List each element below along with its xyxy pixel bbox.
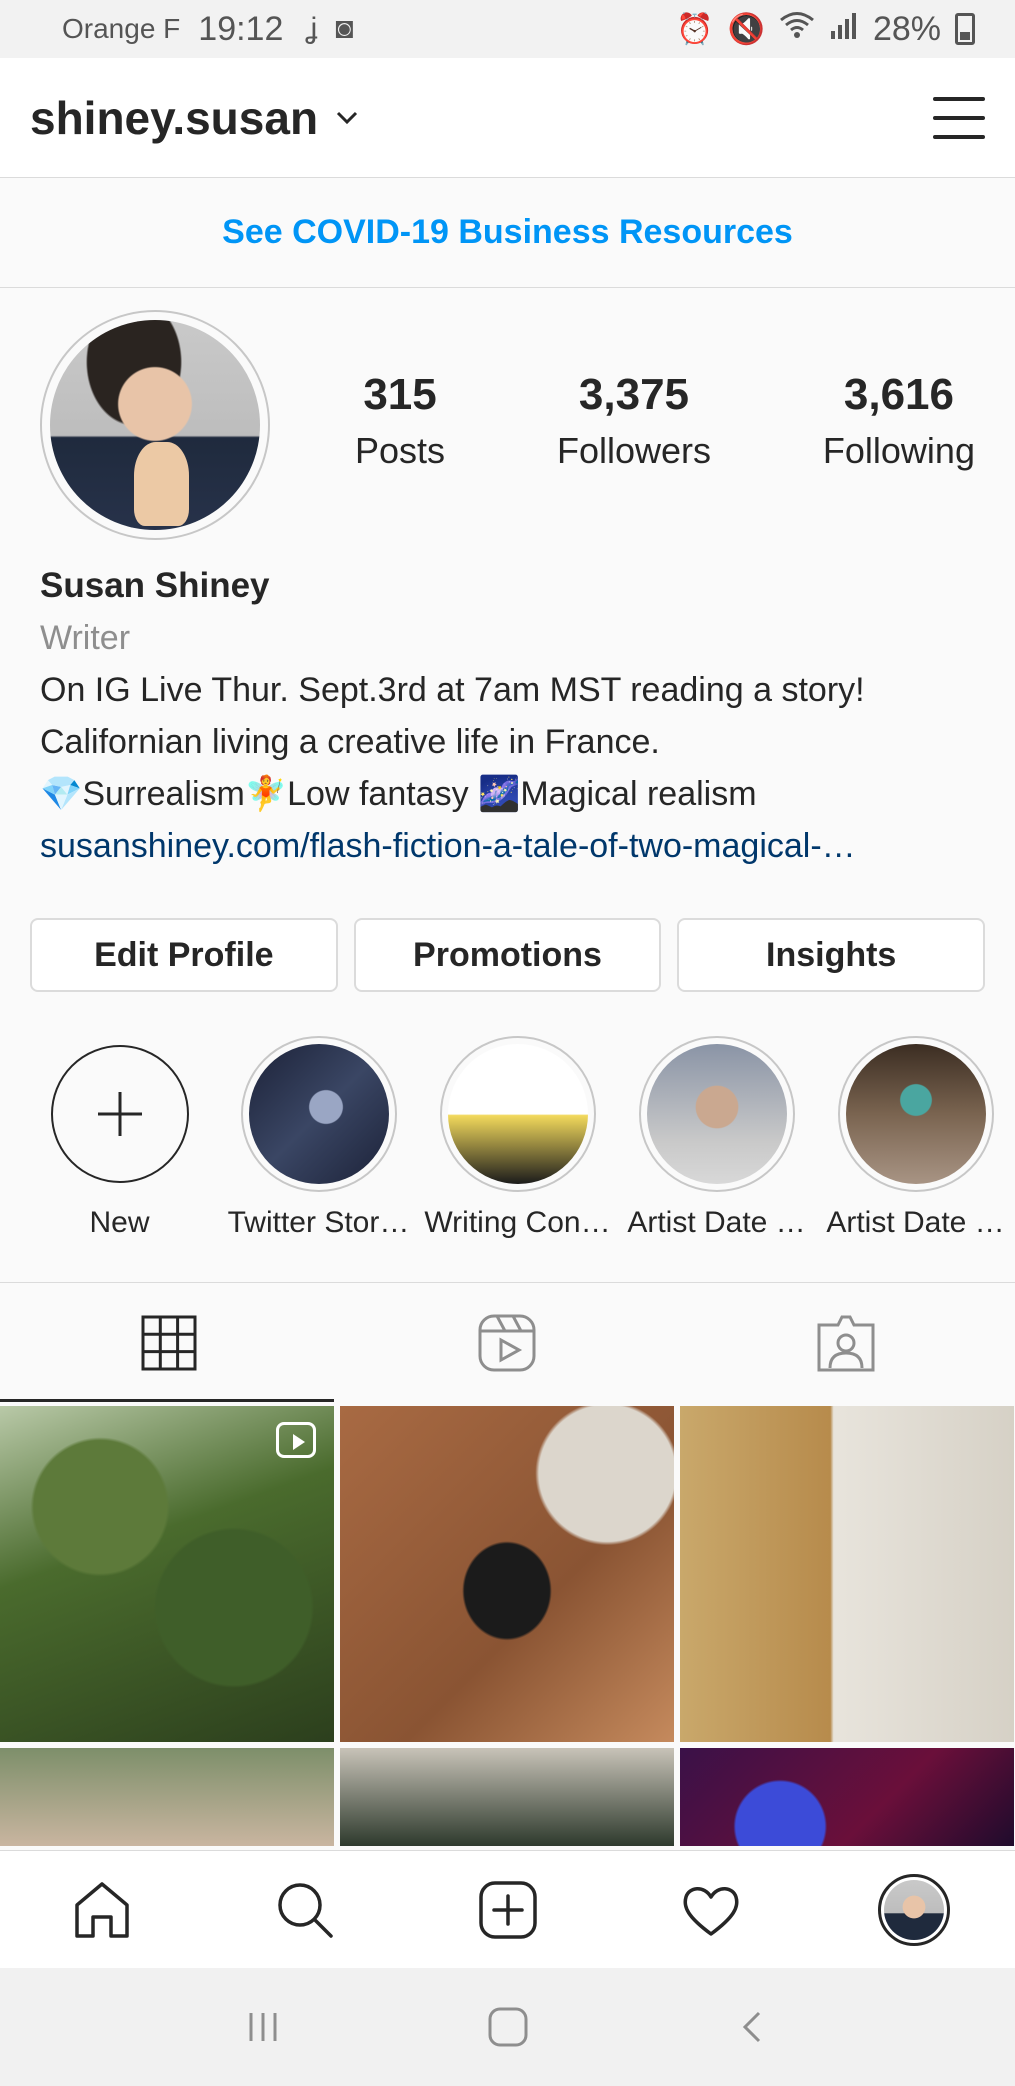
nav-home[interactable]	[62, 1870, 142, 1950]
profile-avatar-icon	[877, 1873, 950, 1946]
profile-avatar[interactable]	[40, 310, 270, 540]
profile-stats: 315 Posts 3,375 Followers 3,616 Followin…	[355, 370, 975, 472]
highlight-cover	[845, 1044, 986, 1184]
post-thumbnail[interactable]	[0, 1748, 334, 1846]
covid-resources-link[interactable]: See COVID-19 Business Resources	[222, 213, 793, 252]
home-system-button[interactable]	[468, 1987, 548, 2067]
following-label: Following	[822, 430, 975, 471]
highlight-item[interactable]: Artist Date …	[816, 1036, 1015, 1240]
app-notification-icon: ʝ	[305, 12, 318, 45]
search-icon	[277, 1882, 333, 1938]
highlight-item[interactable]: Twitter Stor…	[219, 1036, 418, 1240]
post-thumbnail[interactable]	[0, 1406, 334, 1742]
post-thumbnail[interactable]	[680, 1748, 1014, 1846]
bio-line: 💎Surrealism🧚Low fantasy 🌌Magical realism	[40, 775, 757, 813]
promotions-button[interactable]: Promotions	[353, 918, 662, 992]
tab-tagged[interactable]	[677, 1283, 1015, 1402]
covid-resources-banner: See COVID-19 Business Resources	[0, 178, 1015, 288]
bio-line: Californian living a creative life in Fr…	[40, 723, 660, 761]
display-name: Susan Shiney	[40, 566, 270, 605]
highlight-item[interactable]: Artist Date …	[617, 1036, 816, 1240]
nav-search[interactable]	[265, 1870, 345, 1950]
posts-count: 315	[363, 370, 437, 419]
highlight-cover	[646, 1044, 787, 1184]
followers-label: Followers	[556, 430, 711, 471]
profile-bio: Susan Shiney Writer On IG Live Thur. Sep…	[40, 560, 990, 872]
grid-icon	[141, 1315, 197, 1370]
profile-photo	[50, 320, 260, 530]
post-thumbnail[interactable]	[680, 1406, 1014, 1742]
tab-reels[interactable]	[338, 1283, 676, 1402]
profile-header: shiney.susan	[0, 58, 1015, 178]
screen-record-icon: ◙	[335, 12, 354, 45]
battery-level: 28%	[872, 9, 941, 48]
home-square-icon	[488, 2007, 527, 2047]
recent-apps-button[interactable]	[223, 1987, 303, 2067]
tagged-icon	[817, 1315, 875, 1371]
highlight-cover	[248, 1044, 389, 1184]
highlight-label: Artist Date …	[826, 1206, 1005, 1239]
profile-content-tabs	[0, 1282, 1015, 1402]
chevron-down-icon[interactable]	[336, 104, 358, 132]
highlight-label: Twitter Stor…	[227, 1206, 410, 1239]
clock: 19:12	[198, 9, 284, 48]
highlight-label: Writing Con…	[424, 1206, 611, 1239]
new-post-icon	[478, 1880, 537, 1939]
followers-count: 3,375	[578, 370, 690, 419]
tab-grid[interactable]	[0, 1283, 338, 1402]
system-navigation-bar	[0, 1968, 1015, 2086]
carrier-name: Orange F	[62, 13, 181, 44]
status-bar: Orange F 19:12 ʝ ◙ ⏰ 🔇 28%	[0, 0, 1015, 58]
highlight-label: Artist Date …	[627, 1206, 806, 1239]
back-button[interactable]	[713, 1987, 793, 2067]
recent-apps-icon	[249, 2013, 276, 2041]
posts-grid	[0, 1406, 1015, 1846]
bottom-navigation	[0, 1850, 1015, 1968]
alarm-icon: ⏰	[676, 12, 714, 46]
back-chevron-icon	[742, 2011, 760, 2043]
nav-profile[interactable]	[874, 1870, 954, 1950]
mute-icon: 🔇	[727, 12, 765, 46]
account-switcher-username[interactable]: shiney.susan	[30, 91, 318, 145]
nav-activity[interactable]	[671, 1870, 751, 1950]
wifi-icon	[779, 11, 815, 47]
story-highlights: New Twitter Stor… Writing Con… Artist Da…	[0, 1036, 1015, 1240]
post-thumbnail[interactable]	[340, 1748, 674, 1846]
highlight-item[interactable]: Writing Con…	[418, 1036, 617, 1240]
reel-icon	[276, 1422, 316, 1458]
home-icon	[74, 1881, 129, 1938]
highlight-cover	[447, 1044, 588, 1184]
stat-following[interactable]: 3,616 Following	[823, 370, 975, 472]
signal-icon	[829, 11, 859, 47]
nav-new-post[interactable]	[468, 1870, 548, 1950]
stat-posts[interactable]: 315 Posts	[355, 370, 445, 472]
bio-website-link[interactable]: susanshiney.com/flash-fiction-a-tale-of-…	[40, 820, 990, 872]
plus-icon	[50, 1045, 189, 1183]
insights-button[interactable]: Insights	[677, 918, 986, 992]
following-count: 3,616	[843, 370, 954, 419]
activity-heart-icon	[683, 1886, 738, 1936]
stat-followers[interactable]: 3,375 Followers	[557, 370, 711, 472]
battery-icon	[955, 13, 975, 45]
bio-line: On IG Live Thur. Sept.3rd at 7am MST rea…	[40, 671, 865, 709]
profile-actions: Edit Profile Promotions Insights	[30, 918, 986, 992]
profile-category: Writer	[40, 619, 131, 657]
highlight-new[interactable]: New	[20, 1036, 219, 1240]
posts-label: Posts	[355, 430, 446, 471]
post-thumbnail[interactable]	[340, 1406, 674, 1742]
reels-icon	[478, 1314, 536, 1371]
edit-profile-button[interactable]: Edit Profile	[30, 918, 338, 992]
highlight-label: New	[89, 1206, 150, 1239]
hamburger-menu-icon[interactable]	[933, 96, 985, 139]
